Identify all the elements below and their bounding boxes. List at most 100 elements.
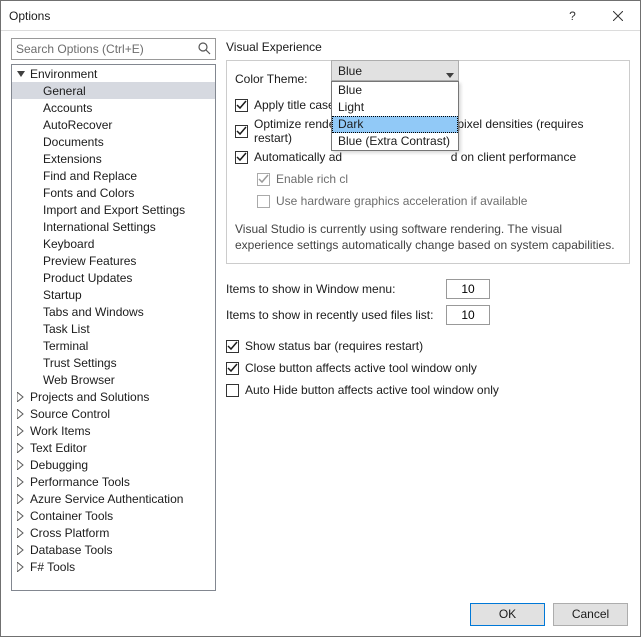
tree-item-fonts-and-colors[interactable]: Fonts and Colors <box>12 184 215 201</box>
tree-item-cross-platform[interactable]: Cross Platform <box>12 524 215 541</box>
dialog-footer: OK Cancel <box>1 592 640 636</box>
use-hw-row: Use hardware graphics acceleration if av… <box>235 191 621 211</box>
group-visual-experience: Color Theme: Blue Blue Light Dark Blue (… <box>226 60 630 264</box>
tree-item-label: Web Browser <box>42 373 115 387</box>
tree-item-label: Performance Tools <box>29 475 130 489</box>
tree-item-extensions[interactable]: Extensions <box>12 150 215 167</box>
tree-item-label: Cross Platform <box>29 526 109 540</box>
items-window-row: Items to show in Window menu: <box>226 276 630 302</box>
tree-item-label: Source Control <box>29 407 110 421</box>
tree-item-keyboard[interactable]: Keyboard <box>12 235 215 252</box>
theme-option-blue[interactable]: Blue <box>332 82 458 99</box>
tree-item-label: Environment <box>29 67 97 81</box>
color-theme-dropdown[interactable]: Blue Light Dark Blue (Extra Contrast) <box>331 81 459 151</box>
group-visual-experience-title: Visual Experience <box>226 40 630 54</box>
color-theme-combo[interactable]: Blue <box>331 60 459 81</box>
tree-item-label: Extensions <box>42 152 102 166</box>
theme-option-blue-extra[interactable]: Blue (Extra Contrast) <box>332 133 458 150</box>
tree-item-label: Preview Features <box>42 254 136 268</box>
use-hw-label: Use hardware graphics acceleration if av… <box>276 194 527 208</box>
close-button-row[interactable]: Close button affects active tool window … <box>226 358 630 378</box>
theme-option-light[interactable]: Light <box>332 99 458 116</box>
tree-item-find-and-replace[interactable]: Find and Replace <box>12 167 215 184</box>
tree-item-label: Accounts <box>42 101 92 115</box>
rendering-info-text: Visual Studio is currently using softwar… <box>235 213 621 253</box>
checkbox-icon <box>257 173 270 186</box>
tree-item-label: Azure Service Authentication <box>29 492 183 506</box>
tree-item-label: Terminal <box>42 339 88 353</box>
items-window-label: Items to show in Window menu: <box>226 282 446 296</box>
tree-item-general[interactable]: General <box>12 82 215 99</box>
chevron-right-icon <box>16 510 28 522</box>
tree-item-label: General <box>42 84 86 98</box>
tree-item-label: Keyboard <box>42 237 94 251</box>
tree-item-text-editor[interactable]: Text Editor <box>12 439 215 456</box>
tree-item-preview-features[interactable]: Preview Features <box>12 252 215 269</box>
cancel-button[interactable]: Cancel <box>553 603 628 626</box>
tree-item-label: Startup <box>42 288 82 302</box>
tree-item-database-tools[interactable]: Database Tools <box>12 541 215 558</box>
titlebar: Options ? <box>1 1 640 31</box>
tree-item-trust-settings[interactable]: Trust Settings <box>12 354 215 371</box>
tree-item-projects-and-solutions[interactable]: Projects and Solutions <box>12 388 215 405</box>
tree-item-product-updates[interactable]: Product Updates <box>12 269 215 286</box>
tree-item-label: Trust Settings <box>42 356 117 370</box>
tree-item-label: Import and Export Settings <box>42 203 185 217</box>
tree-item-accounts[interactable]: Accounts <box>12 99 215 116</box>
chevron-right-icon <box>16 442 28 454</box>
tree-item-label: Work Items <box>29 424 90 438</box>
search-box[interactable] <box>11 38 216 60</box>
tree-item-autorecover[interactable]: AutoRecover <box>12 116 215 133</box>
close-button[interactable] <box>595 1 640 31</box>
show-status-row[interactable]: Show status bar (requires restart) <box>226 336 630 356</box>
chevron-down-icon <box>446 68 454 82</box>
tree-item-container-tools[interactable]: Container Tools <box>12 507 215 524</box>
tree-item-task-list[interactable]: Task List <box>12 320 215 337</box>
chevron-right-icon <box>16 493 28 505</box>
chevron-right-icon <box>16 391 28 403</box>
tree-item-performance-tools[interactable]: Performance Tools <box>12 473 215 490</box>
tree-item-label: Container Tools <box>29 509 113 523</box>
color-theme-label: Color Theme: <box>235 72 307 86</box>
chevron-right-icon <box>16 527 28 539</box>
theme-option-dark[interactable]: Dark <box>332 116 458 133</box>
right-pane: Visual Experience Color Theme: Blue Blue… <box>226 38 630 591</box>
tree-item-startup[interactable]: Startup <box>12 286 215 303</box>
items-window-input[interactable] <box>446 279 490 299</box>
tree-item-source-control[interactable]: Source Control <box>12 405 215 422</box>
tree-item-debugging[interactable]: Debugging <box>12 456 215 473</box>
tree-item-label: Text Editor <box>29 441 87 455</box>
tree-item-f#-tools[interactable]: F# Tools <box>12 558 215 575</box>
items-recent-input[interactable] <box>446 305 490 325</box>
items-recent-label: Items to show in recently used files lis… <box>226 308 446 322</box>
autohide-row[interactable]: Auto Hide button affects active tool win… <box>226 380 630 400</box>
tree-item-import-and-export-settings[interactable]: Import and Export Settings <box>12 201 215 218</box>
tree-item-environment[interactable]: Environment <box>12 65 215 82</box>
tree-item-terminal[interactable]: Terminal <box>12 337 215 354</box>
close-button-label: Close button affects active tool window … <box>245 361 477 375</box>
tree-item-web-browser[interactable]: Web Browser <box>12 371 215 388</box>
tree-item-label: Debugging <box>29 458 88 472</box>
tree-item-tabs-and-windows[interactable]: Tabs and Windows <box>12 303 215 320</box>
tree-item-label: Tabs and Windows <box>42 305 144 319</box>
tree-item-label: Fonts and Colors <box>42 186 134 200</box>
tree-item-label: Database Tools <box>29 543 113 557</box>
category-tree[interactable]: Environment General AccountsAutoRecoverDoc… <box>11 64 216 591</box>
ok-button[interactable]: OK <box>470 603 545 626</box>
chevron-right-icon <box>16 561 28 573</box>
checkbox-icon <box>226 384 239 397</box>
checkbox-icon <box>226 362 239 375</box>
tree-item-work-items[interactable]: Work Items <box>12 422 215 439</box>
help-button[interactable]: ? <box>550 1 595 31</box>
search-icon <box>198 42 211 58</box>
chevron-right-icon <box>16 544 28 556</box>
tree-item-azure-service-authentication[interactable]: Azure Service Authentication <box>12 490 215 507</box>
tree-item-label: International Settings <box>42 220 156 234</box>
chevron-down-icon <box>16 68 28 80</box>
search-input[interactable] <box>12 39 215 59</box>
left-pane: Environment General AccountsAutoRecoverDoc… <box>11 38 216 591</box>
tree-item-international-settings[interactable]: International Settings <box>12 218 215 235</box>
tree-item-label: Product Updates <box>42 271 132 285</box>
tree-item-documents[interactable]: Documents <box>12 133 215 150</box>
close-icon <box>613 11 623 21</box>
